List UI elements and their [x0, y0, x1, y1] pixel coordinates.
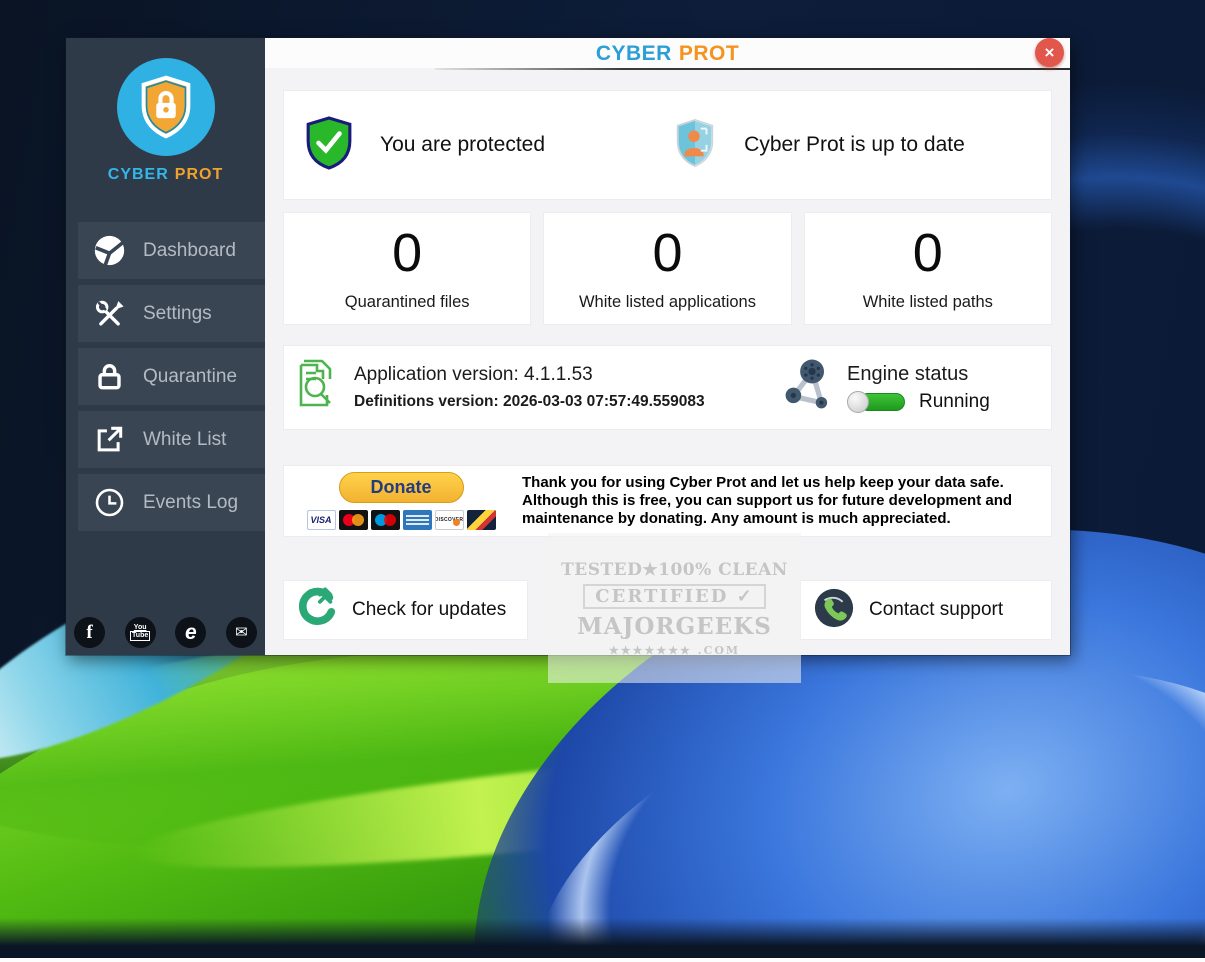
- ie-glyph: e: [184, 621, 197, 644]
- youtube-glyph-top: You: [133, 624, 147, 631]
- engine-pulley-icon: [783, 358, 837, 417]
- envelope-glyph: ✉: [235, 623, 248, 641]
- amex-card-icon: [402, 510, 432, 530]
- version-texts: Application version: 4.1.1.53 Definition…: [354, 364, 705, 411]
- sidebar-item-label: White List: [143, 428, 227, 450]
- logo-text-prot: PROT: [174, 166, 224, 183]
- engine-toggle[interactable]: [847, 390, 905, 413]
- uptodate-text: Cyber Prot is up to date: [744, 133, 965, 156]
- close-icon: ×: [1044, 43, 1055, 62]
- stat-quarantined-files: 0 Quarantined files: [283, 212, 532, 325]
- uptodate-shield-icon: [672, 116, 718, 175]
- engine-state-row: Running: [847, 390, 990, 413]
- logo-shield-icon: [116, 58, 215, 156]
- contact-support-button[interactable]: Contact support: [800, 580, 1052, 640]
- donate-card: Donate VISA DISCOVER Thank you for using…: [283, 465, 1052, 537]
- engine-status-group: Engine status Running: [783, 358, 1051, 417]
- lock-icon: [92, 360, 126, 394]
- contact-support-label: Contact support: [869, 599, 1004, 620]
- protection-status-card: You are protected Cyber Prot is up to da…: [283, 90, 1052, 200]
- protection-status: You are protected: [284, 115, 652, 176]
- main-panel: CYBER PROT × You are protected Cyber Pro…: [265, 38, 1070, 655]
- cyber-prot-window: CYBER PROT Dashboard Settings Quarantine…: [66, 38, 1070, 655]
- update-status: Cyber Prot is up to date: [652, 116, 1051, 175]
- sidebar-item-label: Dashboard: [143, 239, 236, 261]
- check-updates-label: Check for updates: [352, 599, 507, 620]
- sidebar-item-label: Events Log: [143, 491, 239, 513]
- donate-button[interactable]: Donate: [338, 472, 464, 503]
- sidebar-item-quarantine[interactable]: Quarantine: [78, 348, 265, 405]
- stat-label: Quarantined files: [344, 292, 470, 311]
- window-title: CYBER PROT: [265, 38, 1070, 66]
- version-card: Application version: 4.1.1.53 Definition…: [283, 345, 1052, 430]
- youtube-glyph-bottom: Tube: [130, 631, 151, 641]
- title-prot: PROT: [678, 42, 740, 65]
- stat-whitelisted-paths: 0 White listed paths: [803, 212, 1052, 325]
- stat-value: 0: [392, 222, 423, 283]
- facebook-icon[interactable]: f: [74, 617, 105, 648]
- donate-message-line1: Thank you for using Cyber Prot and let u…: [522, 474, 1004, 491]
- check-updates-button[interactable]: Check for updates: [283, 580, 528, 640]
- footer-actions: Check for updates Contact support: [283, 580, 1052, 640]
- stat-value: 0: [912, 222, 943, 283]
- maestro-card-icon: [370, 510, 400, 530]
- wallpaper-bottom-shade: [0, 918, 1205, 958]
- sidebar-item-label: Quarantine: [143, 365, 238, 387]
- close-button[interactable]: ×: [1035, 38, 1064, 67]
- youtube-icon[interactable]: You Tube: [124, 617, 156, 648]
- update-icon: [296, 586, 338, 634]
- protected-text: You are protected: [380, 133, 546, 156]
- definitions-version: Definitions version: 2026-03-03 07:57:49…: [354, 393, 705, 410]
- sidebar-item-label: Settings: [143, 302, 212, 324]
- title-cyber: CYBER: [595, 42, 672, 65]
- sidebar-menu: Dashboard Settings Quarantine White List…: [66, 222, 265, 531]
- footer-spacer: [528, 580, 800, 640]
- dashboard-icon: [92, 234, 126, 268]
- tools-icon: [92, 297, 126, 331]
- donate-message-line3: maintenance by donating. Any amount is m…: [522, 510, 951, 527]
- export-icon: [92, 423, 126, 457]
- engine-texts: Engine status Running: [847, 363, 990, 413]
- sidebar-item-dashboard[interactable]: Dashboard: [78, 222, 265, 279]
- engine-state-text: Running: [919, 390, 990, 412]
- sidebar-item-eventslog[interactable]: Events Log: [78, 474, 265, 531]
- email-icon[interactable]: ✉: [225, 617, 257, 648]
- logo-text-cyber: CYBER: [107, 166, 169, 183]
- mastercard-icon: [338, 510, 368, 530]
- donate-message-line2: Although this is free, you can support u…: [522, 492, 1013, 509]
- stat-value: 0: [652, 222, 683, 283]
- screenshot-border: [0, 958, 1205, 962]
- application-version: Application version: 4.1.1.53: [354, 364, 593, 385]
- visa-card-icon: VISA: [306, 510, 336, 530]
- definitions-doc-icon: [292, 359, 340, 416]
- titlebar: CYBER PROT: [265, 38, 1070, 68]
- discover-card-icon: DISCOVER: [434, 510, 464, 530]
- stats-row: 0 Quarantined files 0 White listed appli…: [283, 212, 1052, 325]
- stat-whitelisted-apps: 0 White listed applications: [543, 212, 792, 325]
- logo-wordmark: CYBER PROT: [108, 166, 223, 184]
- sidebar: CYBER PROT Dashboard Settings Quarantine…: [66, 38, 265, 655]
- facebook-glyph: f: [86, 621, 93, 643]
- payment-methods: VISA DISCOVER: [306, 510, 496, 530]
- engine-status-label: Engine status: [847, 362, 969, 385]
- dashboard-content: You are protected Cyber Prot is up to da…: [265, 70, 1070, 655]
- stat-label: White listed paths: [862, 292, 993, 311]
- phone-support-icon: [813, 587, 855, 634]
- donate-column: Donate VISA DISCOVER: [296, 472, 506, 530]
- toggle-knob: [847, 390, 869, 413]
- donate-message: Thank you for using Cyber Prot and let u…: [522, 474, 1012, 528]
- sidebar-item-settings[interactable]: Settings: [78, 285, 265, 342]
- clock-icon: [92, 486, 126, 520]
- social-links: f You Tube e ✉: [66, 617, 265, 648]
- app-logo: CYBER PROT: [66, 38, 265, 222]
- sidebar-item-whitelist[interactable]: White List: [78, 411, 265, 468]
- generic-card-icon: [466, 510, 496, 530]
- internet-explorer-icon[interactable]: e: [175, 617, 207, 648]
- stat-label: White listed applications: [578, 292, 756, 311]
- protected-shield-icon: [304, 115, 354, 176]
